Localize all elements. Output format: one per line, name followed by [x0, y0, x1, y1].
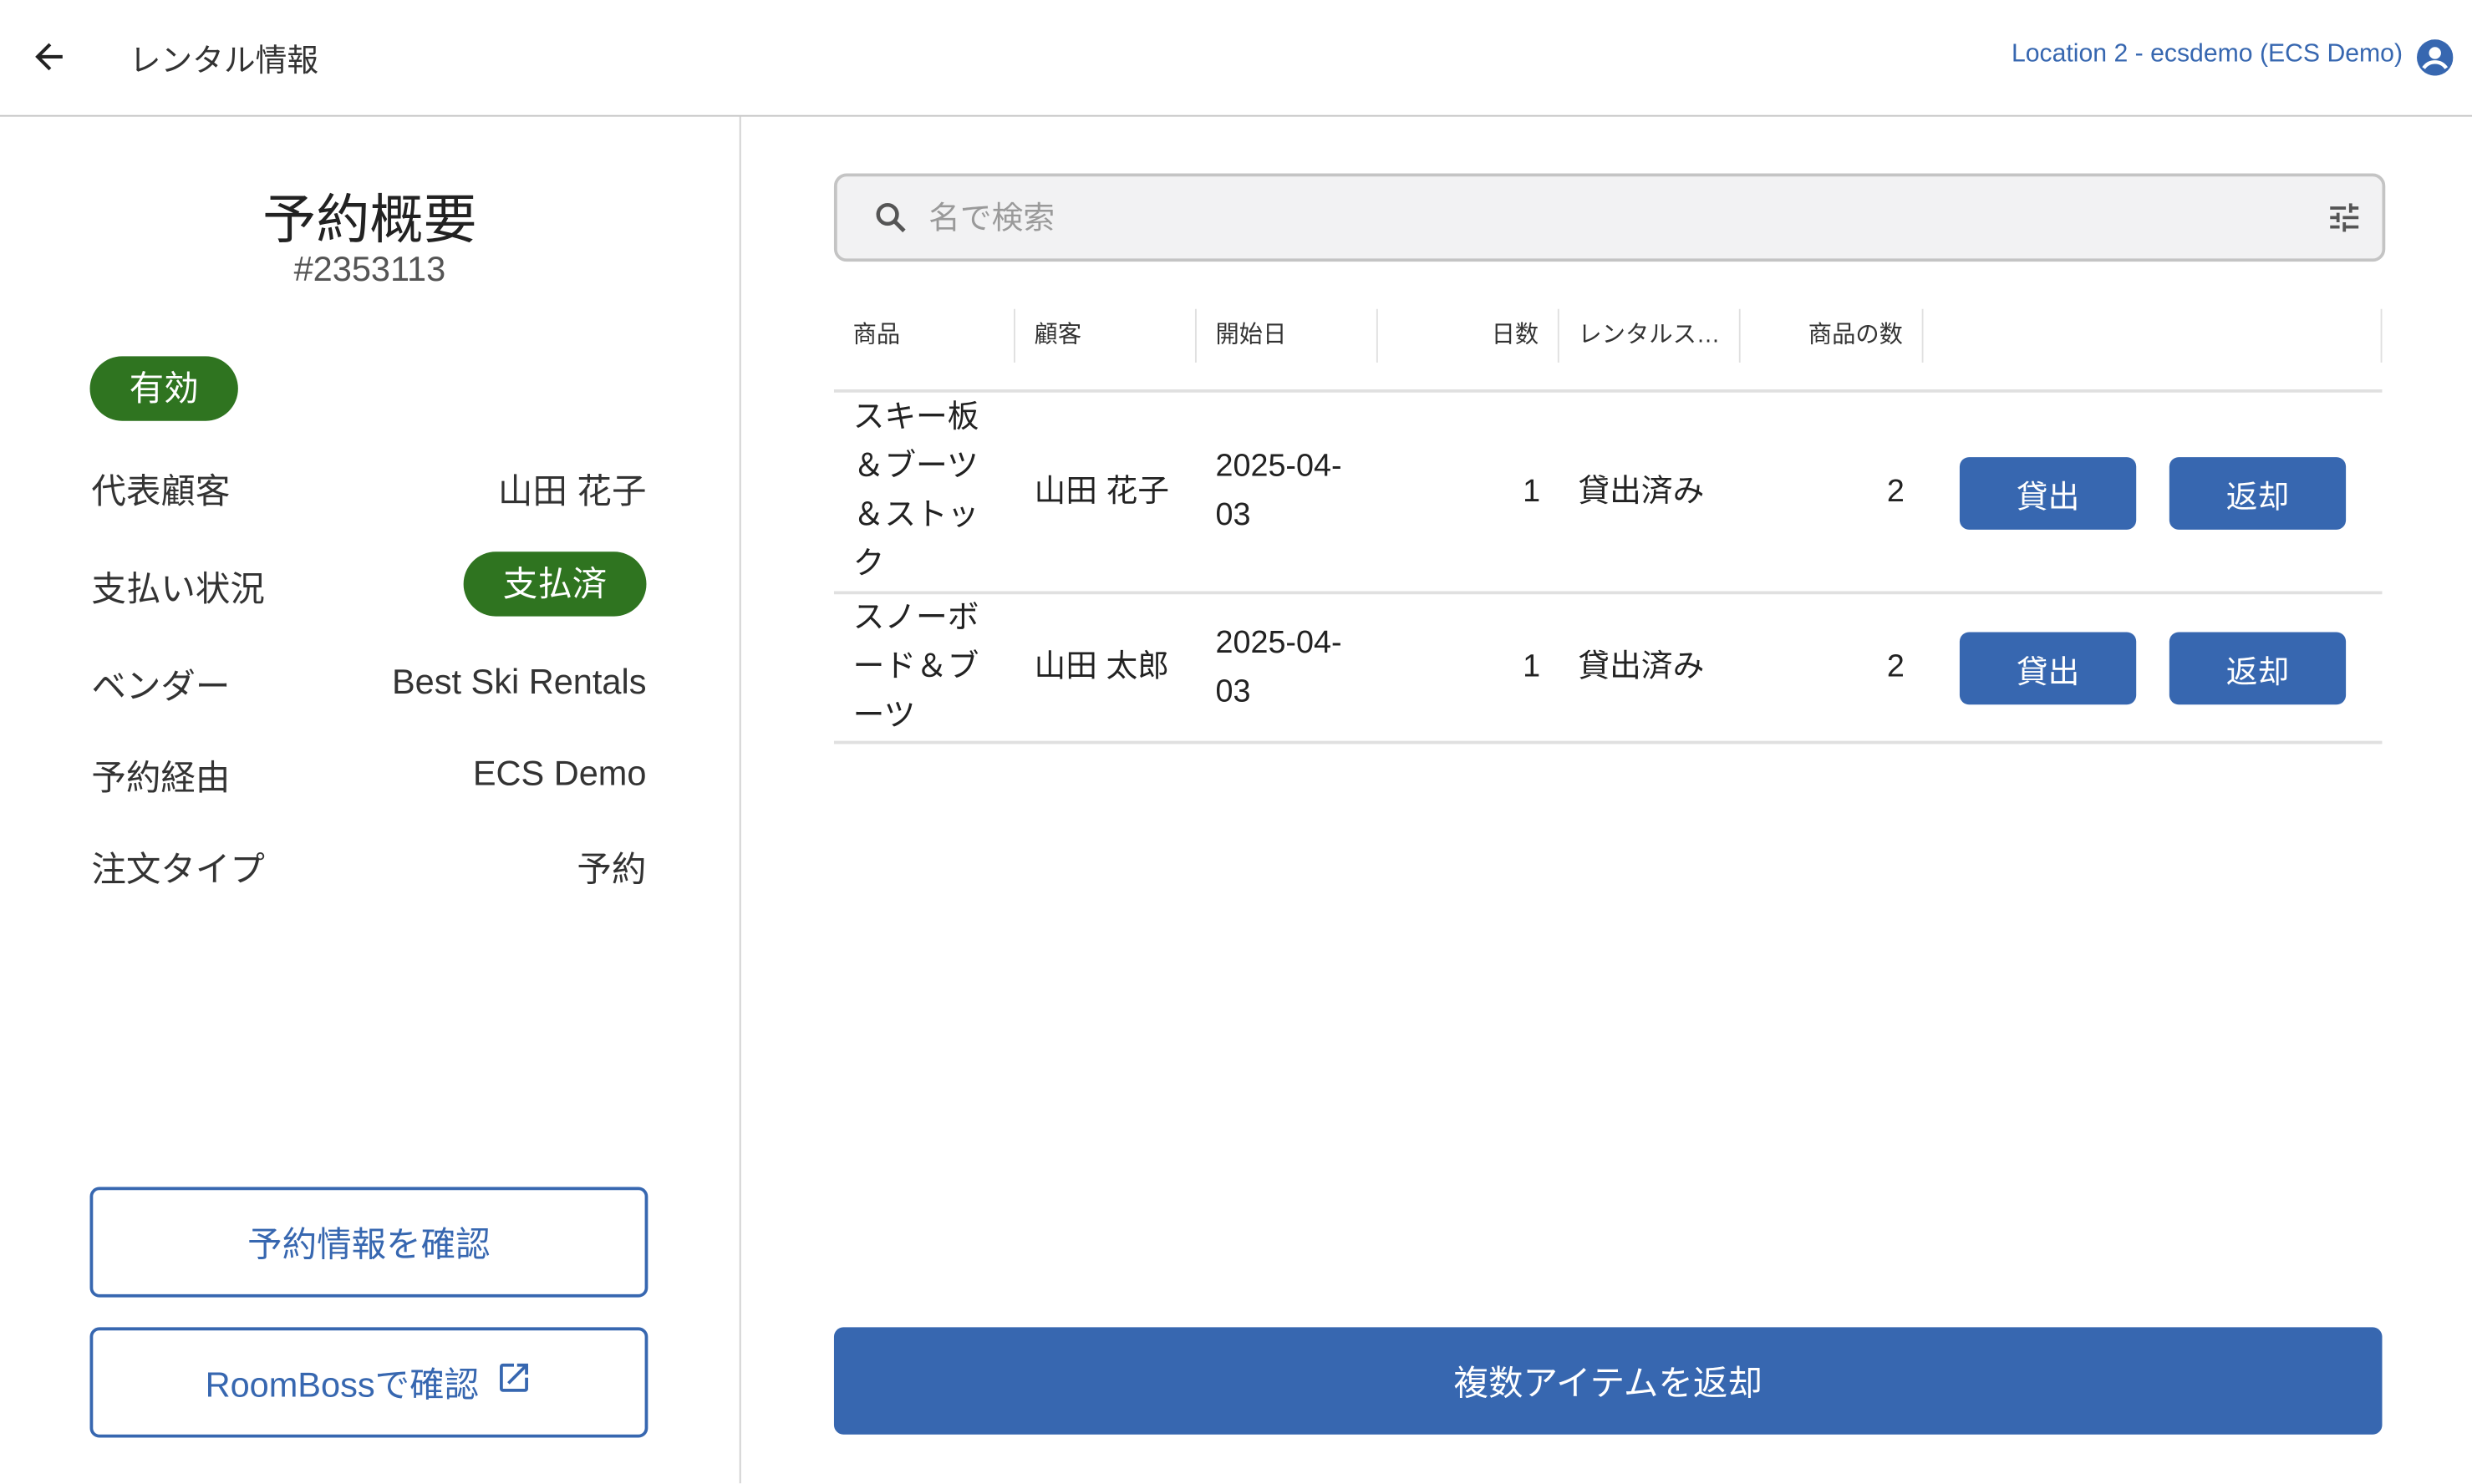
payment-badge: 支払済	[464, 551, 647, 616]
back-arrow-icon[interactable]	[28, 35, 69, 79]
account-icon[interactable]	[2417, 39, 2453, 75]
reservation-number: #2353113	[0, 249, 740, 290]
cell-product: スノーボード＆ブーツ	[834, 594, 1015, 740]
value-order-type: 予約	[577, 841, 646, 892]
status-badge: 有効	[90, 356, 238, 420]
reservation-summary-panel: 予約概要 #2353113 有効 代表顧客 山田 花子 支払い状況 支払済 ベン…	[0, 117, 741, 1484]
search-field[interactable]	[834, 174, 2385, 262]
page-title: レンタル情報	[130, 35, 318, 81]
cell-days: 1	[1378, 393, 1559, 592]
return-button[interactable]: 返却	[2169, 632, 2346, 704]
cell-status: 貸出済み	[1559, 393, 1741, 592]
label-payment: 支払い状況	[91, 562, 265, 612]
column-header-product[interactable]: 商品	[834, 309, 1015, 363]
bulk-return-button[interactable]: 複数アイテムを返却	[834, 1327, 2383, 1434]
cell-product: スキー板＆ブーツ＆ストック	[834, 393, 1015, 592]
cell-count: 2	[1741, 594, 1924, 740]
column-header-actions	[1924, 309, 2383, 363]
value-channel: ECS Demo	[473, 754, 647, 795]
summary-title: 予約概要	[0, 176, 740, 253]
app-header: レンタル情報 Location 2 - ecsdemo (ECS Demo)	[0, 0, 2472, 117]
label-customer: 代表顧客	[91, 464, 230, 514]
search-icon	[872, 199, 909, 245]
cell-days: 1	[1378, 594, 1559, 740]
cell-customer: 山田 花子	[1015, 393, 1197, 592]
column-header-days[interactable]: 日数	[1378, 309, 1559, 363]
return-button[interactable]: 返却	[2169, 457, 2346, 530]
cell-start-date: 2025-04-03	[1197, 594, 1378, 740]
label-vendor: ベンダー	[91, 659, 230, 709]
cell-count: 2	[1741, 393, 1924, 592]
rent-out-button[interactable]: 貸出	[1960, 632, 2136, 704]
roomboss-button[interactable]: RoomBossで確認	[90, 1327, 649, 1437]
search-input[interactable]	[925, 176, 2287, 262]
open-in-new-icon	[495, 1359, 532, 1406]
cell-start-date: 2025-04-03	[1197, 393, 1378, 592]
rent-out-button[interactable]: 貸出	[1960, 457, 2136, 530]
cell-customer: 山田 太郎	[1015, 594, 1197, 740]
value-customer: 山田 花子	[498, 464, 647, 514]
column-header-rental-status[interactable]: レンタルス…	[1559, 309, 1741, 363]
column-header-customer[interactable]: 顧客	[1015, 309, 1197, 363]
label-order-type: 注文タイプ	[91, 841, 265, 892]
column-header-item-count[interactable]: 商品の数	[1741, 309, 1924, 363]
filter-settings-icon[interactable]	[2326, 199, 2363, 245]
column-header-start-date[interactable]: 開始日	[1197, 309, 1378, 363]
location-link[interactable]: Location 2 - ecsdemo (ECS Demo)	[2012, 41, 2403, 69]
confirm-reservation-button[interactable]: 予約情報を確認	[90, 1187, 649, 1298]
roomboss-label: RoomBossで確認	[206, 1357, 480, 1407]
confirm-reservation-label: 予約情報を確認	[247, 1217, 491, 1267]
label-channel: 予約経由	[91, 750, 230, 800]
cell-status: 貸出済み	[1559, 594, 1741, 740]
row-divider	[834, 741, 2383, 745]
value-vendor: Best Ski Rentals	[392, 662, 646, 703]
